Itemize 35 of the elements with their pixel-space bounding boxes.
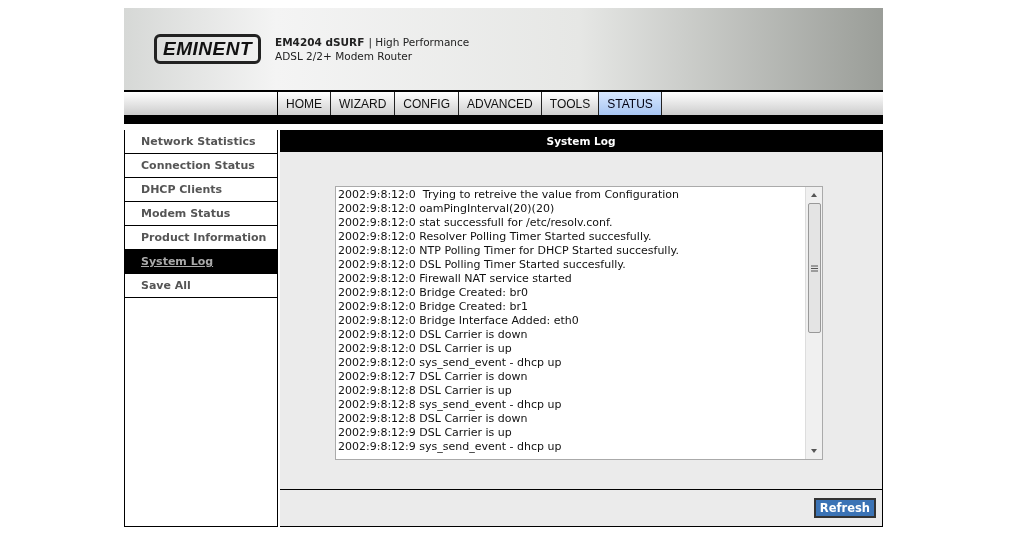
log-line: 2002:9:8:12:8 DSL Carrier is down [338,412,529,426]
log-line: 2002:9:8:12:9 sys_send_event - dhcp up [338,440,563,454]
logo: EMINENT [154,34,261,64]
scrollbar[interactable] [805,187,822,459]
sidebar-item[interactable]: DHCP Clients [125,178,277,202]
log-line: 2002:9:8:12:0 DSL Carrier is up [338,342,513,356]
log-line: 2002:9:8:12:7 DSL Carrier is down [338,370,529,384]
sidebar-item[interactable]: Save All [125,274,277,298]
sidebar-item[interactable]: System Log [125,250,277,274]
log-line: 2002:9:8:12:0 sys_send_event - dhcp up [338,356,563,370]
refresh-button[interactable]: Refresh [813,498,876,518]
panel-title: System Log [280,130,882,152]
log-line: 2002:9:8:12:0 Trying to retreive the value from Configuration [338,188,680,202]
log-line: 2002:9:8:12:0 Bridge Created: br0 [338,286,529,300]
product-subtitle: ADSL 2/2+ Modem Router [275,49,414,63]
log-line: 2002:9:8:12:0 DSL Carrier is down [338,328,529,342]
product-name: EM4204 dSURF [275,35,365,49]
scroll-thumb[interactable] [807,203,821,333]
log-line: 2002:9:8:12:0 DSL Polling Timer Started succesfully. [338,258,627,272]
log-box[interactable] [335,186,823,460]
sidebar-item[interactable]: Network Statistics [125,130,277,154]
log-line: 2002:9:8:12:9 DSL Carrier is up [338,426,513,440]
log-line: 2002:9:8:12:0 Bridge Created: br1 [338,300,529,314]
log-line: 2002:9:8:12:0 Firewall NAT service started [338,272,573,286]
log-line: 2002:9:8:12:8 sys_send_event - dhcp up [338,398,563,412]
log-line: 2002:9:8:12:0 NTP Polling Timer for DHCP Started succesfully. [338,244,680,258]
log-line: 2002:9:8:12:0 Resolver Polling Timer Started succesfully. [338,230,653,244]
nav-tab[interactable]: STATUS [599,92,662,115]
sidebar-item[interactable]: Modem Status [125,202,277,226]
log-line: 2002:9:8:12:0 oamPingInterval(20)(20) [338,202,556,216]
log-line: 2002:9:8:12:0 stat successfull for /etc/resolv.conf. [338,216,614,230]
sidebar-item[interactable]: Connection Status [125,154,277,178]
log-line: 2002:9:8:12:8 DSL Carrier is up [338,384,513,398]
log-line: 2002:9:8:12:0 Bridge Interface Added: eth0 [338,314,580,328]
product-tagline: | High Performance [368,35,470,49]
